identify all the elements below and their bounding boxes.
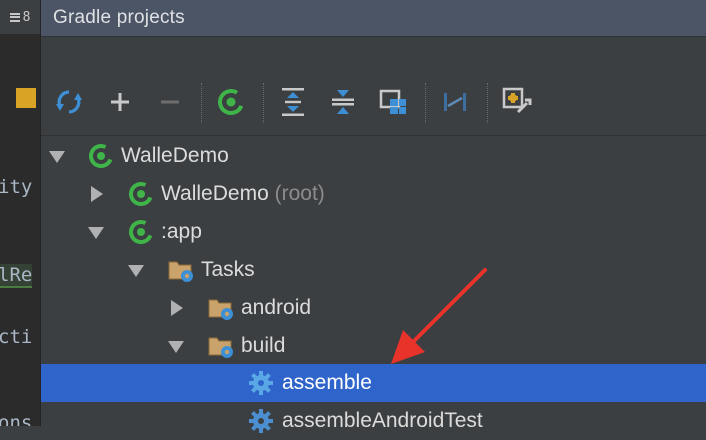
tree-item-label: assemble [282,371,372,394]
gradle-execute-icon [218,89,244,115]
tree-item-label: assembleAndroidTest [282,409,483,432]
settings-icon [502,87,532,114]
add-icon [111,93,129,111]
structure-tab[interactable]: 8 [0,0,40,35]
tree-item-label: WalleDemo [121,144,229,167]
chevron-down-icon[interactable] [49,151,65,163]
gradle-projects-panel: Gradle projects WalleDemo WalleDemo (roo… [41,0,706,433]
gear-icon [249,409,273,433]
tree-item-label: :app [161,220,202,243]
tree-item-label: build [241,334,286,357]
panel-title: Gradle projects [53,7,185,28]
code-fragment: lRe [0,264,33,288]
tree-item-app[interactable]: :app [41,213,706,251]
remove-button[interactable] [154,86,186,118]
toolbar-separator [425,83,427,123]
chevron-right-icon[interactable] [171,300,183,316]
code-highlight: lRe [0,264,33,288]
tree-item-label: android [241,296,312,319]
add-button[interactable] [104,86,136,118]
toolbar-separator [487,83,489,123]
toggle-offline-button[interactable] [439,86,471,118]
tree-item-build[interactable]: build [41,327,706,365]
remove-icon [161,100,179,104]
tree-item-label: Tasks [201,258,255,281]
collapse-all-button[interactable] [327,86,359,118]
tree-item-android[interactable]: android [41,289,706,327]
refresh-icon [56,90,82,114]
collapse-all-icon [332,90,354,114]
task-folder-icon [208,337,233,358]
chevron-right-icon[interactable] [91,186,103,202]
gradle-module-icon [129,220,153,244]
chevron-down-icon[interactable] [128,265,144,277]
refresh-button[interactable] [53,86,85,118]
attach-project-icon [379,89,406,114]
root-suffix: (root) [274,182,325,205]
tree-item-assemble[interactable]: assemble [41,364,706,402]
tree-item-assemble-android-test[interactable]: assembleAndroidTest [41,402,706,440]
code-fragment: cti [0,326,33,348]
project-name: WalleDemo [161,182,269,205]
settings-button[interactable] [501,86,533,118]
code-fragment: ons [0,412,33,426]
expand-all-icon [282,88,304,116]
chevron-down-icon[interactable] [88,227,104,239]
toggle-offline-icon [444,93,466,111]
bookmark-marker[interactable] [16,88,36,108]
gradle-project-icon [129,182,153,206]
task-folder-icon [208,299,233,320]
task-folder-icon [168,261,193,282]
gear-icon [249,371,273,395]
code-fragment: ity [0,176,33,198]
tree-item-tasks[interactable]: Tasks [41,251,706,289]
panel-header: Gradle projects [41,0,706,37]
editor-gutter: 8 ity lRe cti ons [0,0,41,426]
toolbar-separator [201,83,203,123]
expand-all-button[interactable] [277,86,309,118]
menu-icon [9,12,20,22]
toolbar [41,37,706,136]
attach-project-button[interactable] [377,86,409,118]
gradle-project-icon [89,144,113,168]
annotation-arrow [391,268,487,364]
tree-item-walledemo[interactable]: WalleDemo [41,137,706,175]
gradle-task-tree: WalleDemo WalleDemo (root) :app Tasks an… [41,136,706,433]
tree-item-label: WalleDemo (root) [161,182,325,206]
chevron-down-icon[interactable] [168,341,184,353]
tab-number: 8 [22,9,31,25]
toolbar-separator [263,83,265,123]
execute-task-button[interactable] [215,86,247,118]
tree-item-walledemo-root[interactable]: WalleDemo (root) [41,175,706,213]
